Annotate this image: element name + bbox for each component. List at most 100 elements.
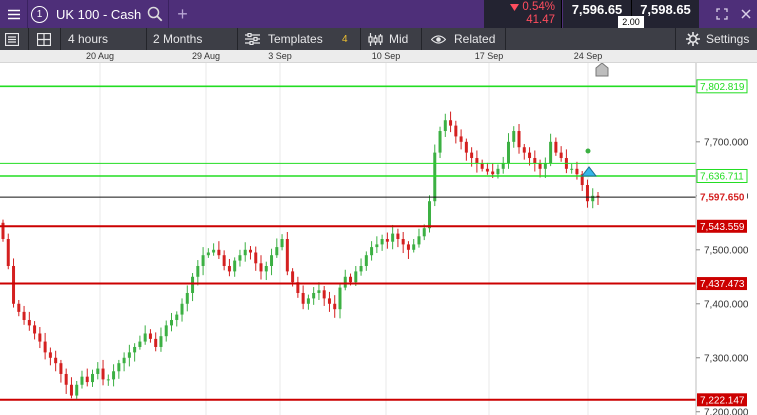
range-selector[interactable]: 2 Months bbox=[153, 28, 202, 50]
candle bbox=[122, 352, 126, 372]
candle bbox=[296, 276, 300, 298]
candle bbox=[443, 113, 447, 137]
candle bbox=[164, 320, 168, 342]
candle bbox=[343, 269, 347, 291]
candle bbox=[549, 133, 553, 167]
svg-text:7,543.559: 7,543.559 bbox=[700, 222, 745, 233]
candle bbox=[75, 380, 79, 399]
candle bbox=[533, 150, 537, 172]
candle bbox=[554, 137, 558, 156]
menu-button[interactable] bbox=[0, 0, 28, 28]
candle bbox=[91, 369, 95, 387]
add-instrument-button[interactable]: + bbox=[168, 0, 196, 28]
candle bbox=[280, 234, 284, 251]
instrument-header: 1 UK 100 - Cash + 0.54% 41.47 7,596.65 2… bbox=[0, 0, 757, 28]
instrument-index-badge: 1 bbox=[31, 5, 48, 23]
templates-count: 4 bbox=[342, 33, 348, 45]
candle bbox=[501, 156, 505, 174]
candle bbox=[238, 249, 242, 267]
candle bbox=[169, 312, 173, 332]
candle bbox=[48, 347, 52, 366]
candle bbox=[306, 294, 310, 310]
candle bbox=[317, 282, 321, 301]
spread-badge: 2.00 bbox=[618, 16, 644, 28]
candle bbox=[517, 124, 521, 154]
candle bbox=[538, 159, 542, 178]
svg-text:7,802.819: 7,802.819 bbox=[700, 82, 745, 93]
candle bbox=[185, 285, 189, 312]
instrument-selector[interactable]: 1 UK 100 - Cash bbox=[31, 0, 171, 28]
daily-change: 0.54% 41.47 bbox=[484, 0, 562, 28]
search-icon[interactable] bbox=[147, 6, 163, 22]
candle bbox=[259, 255, 263, 280]
sliders-icon bbox=[245, 33, 260, 45]
candle bbox=[143, 325, 147, 345]
price-type-label: Mid bbox=[389, 32, 409, 46]
related-button[interactable]: Related bbox=[431, 28, 495, 50]
candle bbox=[227, 258, 231, 277]
alert-marker[interactable] bbox=[580, 148, 598, 177]
candle bbox=[370, 241, 374, 261]
candle bbox=[159, 327, 163, 352]
grid-layout-icon bbox=[37, 32, 51, 46]
close-button[interactable] bbox=[736, 0, 756, 28]
date-tick: 10 Sep bbox=[371, 51, 401, 61]
candle bbox=[233, 257, 237, 277]
svg-text:7,222.147: 7,222.147 bbox=[700, 395, 745, 406]
chart-list-button[interactable] bbox=[5, 28, 19, 50]
buy-price: 7,598.65 bbox=[640, 2, 691, 17]
date-tick: 24 Sep bbox=[573, 51, 603, 61]
candle bbox=[391, 224, 395, 250]
candle bbox=[106, 374, 110, 386]
candle bbox=[148, 329, 152, 343]
candle bbox=[6, 233, 10, 270]
price-type-selector[interactable]: Mid bbox=[368, 28, 408, 50]
period-marker[interactable] bbox=[595, 63, 609, 77]
hamburger-icon bbox=[7, 9, 20, 19]
candles bbox=[1, 111, 600, 399]
candle bbox=[559, 146, 563, 162]
candle bbox=[206, 248, 210, 258]
candle bbox=[464, 138, 468, 161]
date-axis: 20 Aug 29 Aug 3 Sep 10 Sep 17 Sep 24 Sep bbox=[0, 50, 757, 63]
level-label: 7,597.650 bbox=[697, 190, 747, 204]
layout-button[interactable] bbox=[37, 28, 51, 50]
change-points: 41.47 bbox=[526, 14, 555, 26]
candle bbox=[96, 362, 100, 380]
expand-icon bbox=[716, 8, 728, 20]
candle bbox=[359, 258, 363, 276]
candle bbox=[80, 370, 84, 389]
price-tick-label: 7,200.000 bbox=[704, 407, 749, 415]
settings-button[interactable]: Settings bbox=[686, 28, 749, 50]
date-tick: 3 Sep bbox=[268, 51, 292, 61]
candle bbox=[375, 236, 379, 254]
arrow-down-icon bbox=[510, 4, 520, 11]
related-label: Related bbox=[454, 32, 496, 46]
candle bbox=[522, 143, 526, 160]
price-tick-label: 7,400.000 bbox=[704, 299, 749, 310]
candle bbox=[54, 350, 58, 372]
price-tick-label: 7,300.000 bbox=[704, 353, 749, 364]
templates-button[interactable]: Templates bbox=[245, 28, 323, 50]
level-label: 7,802.819 bbox=[696, 79, 748, 94]
date-tick: 20 Aug bbox=[85, 51, 115, 61]
gridlines bbox=[99, 63, 589, 415]
candle bbox=[570, 163, 574, 174]
candlestick-icon bbox=[368, 32, 383, 46]
level-lines bbox=[0, 85, 696, 401]
level-label: 7,636.711 bbox=[696, 168, 748, 183]
candle bbox=[459, 129, 463, 150]
candle bbox=[575, 161, 579, 180]
candle bbox=[43, 332, 47, 360]
candle bbox=[201, 247, 205, 276]
expand-button[interactable] bbox=[711, 0, 733, 28]
candle bbox=[333, 295, 337, 318]
candle bbox=[112, 364, 116, 387]
interval-selector[interactable]: 4 hours bbox=[68, 28, 108, 50]
candle bbox=[512, 126, 516, 148]
close-icon bbox=[741, 9, 751, 19]
candle bbox=[175, 311, 179, 327]
candle bbox=[212, 243, 216, 256]
price-chart[interactable]: 7,700.0007,600.0007,500.0007,400.0007,30… bbox=[0, 63, 757, 415]
candle bbox=[138, 335, 142, 350]
